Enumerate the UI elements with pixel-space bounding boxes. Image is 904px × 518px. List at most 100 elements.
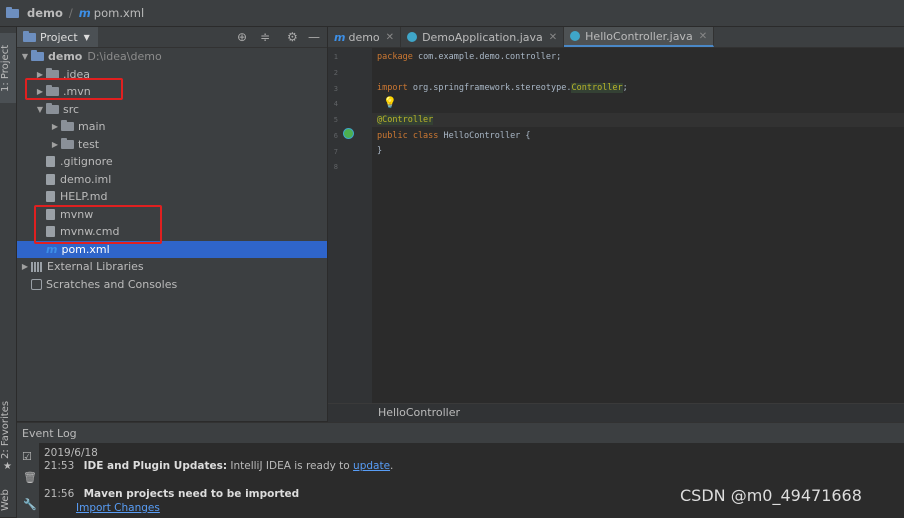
maven-icon: m xyxy=(46,243,58,256)
module-folder-icon xyxy=(31,50,44,61)
file-icon xyxy=(46,174,55,185)
project-panel: Project ▼ ⊕ ≑ ⚙ — ▼ demo D:\idea\demo ▶ .ide… xyxy=(17,27,327,421)
event-log-entry: 21:53 IDE and Plugin Updates: IntelliJ I… xyxy=(44,460,394,472)
tree-item[interactable]: Scratches and Consoles xyxy=(17,276,327,293)
event-log-title: Event Log xyxy=(22,427,77,440)
code-line-6: public class HelloController { xyxy=(377,131,531,141)
file-icon xyxy=(46,156,55,167)
event-log-date: 2019/6/18 xyxy=(44,447,98,459)
highlight-box-mvn xyxy=(25,78,123,100)
lightbulb-icon[interactable]: 💡 xyxy=(383,96,397,109)
code-line-5: @Controller xyxy=(377,115,434,125)
tree-item-label: main xyxy=(78,120,106,133)
project-icon xyxy=(23,30,36,42)
tree-item-label: demo.iml xyxy=(60,173,112,186)
breadcrumb-separator: / xyxy=(68,6,73,20)
spring-bean-icon[interactable] xyxy=(343,128,354,139)
line-number: 3 xyxy=(333,85,338,93)
collapse-arrow-icon[interactable]: ▶ xyxy=(49,140,61,149)
breadcrumb-file[interactable]: pom.xml xyxy=(94,6,144,20)
expand-arrow-icon[interactable]: ▼ xyxy=(34,105,46,114)
project-panel-header: Project ▼ ⊕ ≑ ⚙ — xyxy=(17,27,327,48)
tree-item-label: HELP.md xyxy=(60,190,108,203)
maven-icon: m xyxy=(334,30,346,44)
library-icon xyxy=(31,261,43,272)
tree-item[interactable]: ▼ demo D:\idea\demo xyxy=(17,48,327,65)
folder-icon xyxy=(61,138,74,149)
line-number: 6 xyxy=(333,132,338,140)
line-number: 4 xyxy=(333,100,338,108)
event-log-toolbar: ☑ 🗑 🔧 xyxy=(17,443,39,518)
editor-gutter[interactable]: 1 2 3 4 5 6 7 8 xyxy=(328,48,372,403)
tree-item[interactable]: ▶ test xyxy=(17,136,327,153)
line-number: 5 xyxy=(333,116,338,124)
expand-arrow-icon[interactable]: ▼ xyxy=(19,52,31,61)
tree-item-label: pom.xml xyxy=(61,243,110,256)
tree-item[interactable]: demo.iml xyxy=(17,171,327,188)
project-folder-icon xyxy=(6,6,19,18)
tree-item-path: D:\idea\demo xyxy=(87,50,162,63)
web-tool-tab[interactable]: Web xyxy=(0,485,16,515)
java-class-icon xyxy=(407,32,418,42)
close-icon[interactable]: ✕ xyxy=(386,32,394,43)
gear-icon[interactable]: ⚙ xyxy=(287,30,298,44)
left-tool-strip: 1: Project 2: Favorites ★ Web xyxy=(0,27,17,517)
close-icon[interactable]: ✕ xyxy=(549,32,557,43)
star-icon[interactable]: ★ xyxy=(3,461,12,472)
folder-icon xyxy=(61,120,74,131)
locate-icon[interactable]: ⊕ xyxy=(237,30,247,44)
collapse-arrow-icon[interactable]: ▶ xyxy=(49,122,61,131)
code-editor[interactable]: package com.example.demo.controller; imp… xyxy=(372,48,904,403)
line-number: 1 xyxy=(333,53,338,61)
tree-item-label: Scratches and Consoles xyxy=(46,278,178,291)
hide-panel-icon[interactable]: — xyxy=(308,30,320,44)
tab-label: HelloController.java xyxy=(585,29,693,43)
update-link[interactable]: update xyxy=(353,460,390,472)
wrench-icon[interactable]: 🔧 xyxy=(23,498,37,511)
event-log-entry: 21:56 Maven projects need to be imported xyxy=(44,488,300,500)
collapse-arrow-icon[interactable]: ▶ xyxy=(19,262,31,271)
navigation-breadcrumb: demo / m pom.xml xyxy=(6,6,144,20)
project-tool-tab[interactable]: 1: Project xyxy=(0,33,16,103)
tab-label: DemoApplication.java xyxy=(422,30,543,44)
scratch-icon xyxy=(31,279,42,290)
trash-icon[interactable]: 🗑 xyxy=(23,471,37,484)
code-line-3: import org.springframework.stereotype.Co… xyxy=(377,83,628,93)
tree-item[interactable]: ▶ External Libraries xyxy=(17,258,327,275)
event-log-entry-action: Import Changes xyxy=(76,502,160,514)
breadcrumb-project[interactable]: demo xyxy=(27,6,63,20)
folder-icon xyxy=(46,103,59,114)
code-line-7: } xyxy=(377,146,383,156)
tree-item[interactable]: ▼ src xyxy=(17,101,327,118)
close-icon[interactable]: ✕ xyxy=(699,31,707,42)
mark-read-icon[interactable]: ☑ xyxy=(22,450,32,463)
project-view-label: Project xyxy=(40,30,78,44)
tree-item-label: demo xyxy=(48,50,83,63)
favorites-tool-tab[interactable]: 2: Favorites xyxy=(0,399,16,461)
project-view-selector[interactable]: Project ▼ xyxy=(17,27,98,47)
file-icon xyxy=(46,191,55,202)
tree-item-label: External Libraries xyxy=(47,260,144,273)
line-number: 2 xyxy=(333,69,338,77)
title-bar: demo / m pom.xml xyxy=(0,0,904,27)
tree-item[interactable]: HELP.md xyxy=(17,188,327,205)
line-number: 8 xyxy=(333,163,338,171)
collapse-all-icon[interactable]: ≑ xyxy=(260,30,270,44)
editor-tabs: m demo ✕ DemoApplication.java ✕ HelloCon… xyxy=(328,27,904,48)
editor-breadcrumb: HelloController xyxy=(328,403,904,422)
import-changes-link[interactable]: Import Changes xyxy=(76,502,160,514)
tree-item[interactable]: ▶ main xyxy=(17,118,327,135)
tab-hello-controller[interactable]: HelloController.java ✕ xyxy=(564,27,715,47)
tree-item[interactable]: .gitignore xyxy=(17,153,327,170)
line-number: 7 xyxy=(333,148,338,156)
maven-icon: m xyxy=(78,6,91,20)
watermark: CSDN @m0_49471668 xyxy=(680,486,862,505)
highlight-box-mvnw xyxy=(34,205,162,244)
tree-item-label: test xyxy=(78,138,100,151)
tab-demo-application[interactable]: DemoApplication.java ✕ xyxy=(401,27,565,47)
java-class-icon xyxy=(570,31,581,41)
tab-demo[interactable]: m demo ✕ xyxy=(328,27,402,47)
tree-item-label: src xyxy=(63,103,80,116)
breadcrumb-class[interactable]: HelloController xyxy=(378,406,460,419)
event-log-header: Event Log xyxy=(17,423,904,443)
